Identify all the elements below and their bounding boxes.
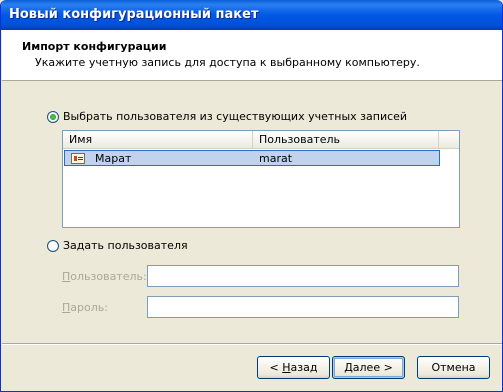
cancel-button[interactable]: Отмена: [417, 356, 490, 379]
user-card-icon: [71, 152, 85, 164]
next-accel: Д: [344, 361, 353, 374]
password-field-label: Пароль:: [62, 301, 108, 314]
next-rest: алее >: [352, 361, 393, 374]
wizard-header: Импорт конфигурации Укажите учетную запи…: [2, 30, 502, 81]
radio-custom-label: Задать пользователя: [63, 239, 188, 252]
back-accel: Н: [282, 361, 291, 374]
column-header-filler: [439, 131, 459, 148]
list-item-name: Марат: [95, 151, 132, 165]
user-field-label: Пользователь:: [62, 270, 147, 283]
accounts-list[interactable]: Имя Пользователь Марат marat: [62, 130, 460, 228]
list-header: Имя Пользователь: [63, 131, 459, 149]
user-label-rest: ользователь:: [70, 270, 147, 283]
back-prefix: <: [269, 361, 283, 374]
user-field[interactable]: [147, 265, 459, 287]
window-title: Новый конфигурационный пакет: [9, 7, 259, 22]
back-rest: азад: [290, 361, 318, 374]
password-field[interactable]: [147, 296, 459, 318]
column-header-user[interactable]: Пользователь: [253, 131, 439, 148]
next-button[interactable]: Далее >: [332, 356, 405, 379]
title-bar[interactable]: Новый конфигурационный пакет: [1, 0, 502, 30]
page-subtitle: Укажите учетную запись для доступа к выб…: [35, 56, 420, 69]
wizard-window: Новый конфигурационный пакет Импорт конф…: [0, 0, 503, 392]
radio-existing-user[interactable]: Выбрать пользователя из существующих уче…: [47, 110, 407, 123]
radio-custom-user[interactable]: Задать пользователя: [47, 239, 188, 252]
radio-checked-icon[interactable]: [47, 110, 59, 123]
radio-existing-label: Выбрать пользователя из существующих уче…: [63, 110, 408, 123]
list-item-name-cell: Марат: [65, 152, 255, 165]
back-button[interactable]: < Назад: [257, 356, 330, 379]
page-title: Импорт конфигурации: [22, 40, 167, 53]
footer-divider: [2, 343, 502, 345]
password-label-rest: ароль:: [70, 301, 108, 314]
radio-unchecked-icon[interactable]: [47, 239, 59, 252]
column-header-name[interactable]: Имя: [63, 131, 253, 148]
list-item[interactable]: Марат marat: [64, 150, 440, 166]
list-item-user: marat: [259, 151, 293, 165]
